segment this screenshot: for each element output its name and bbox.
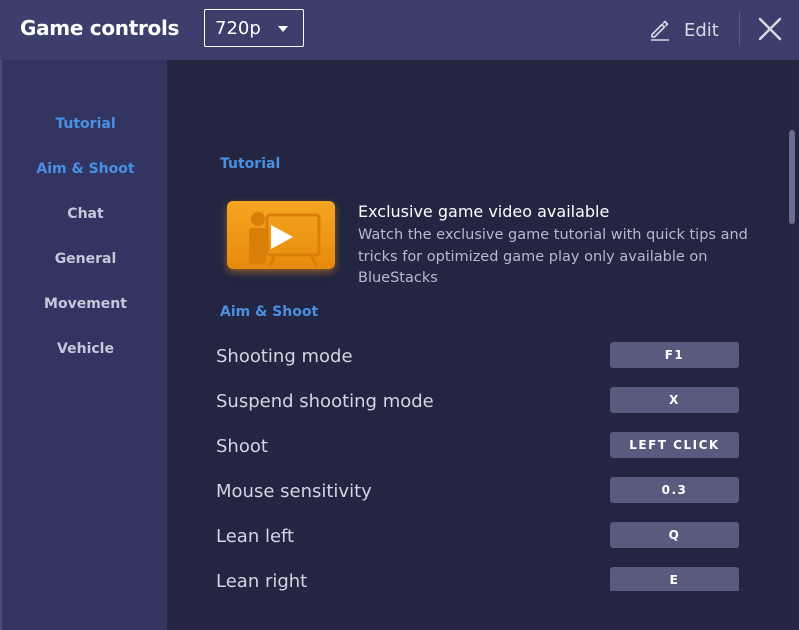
control-label-suspend-shooting-mode: Suspend shooting mode — [216, 391, 434, 412]
play-icon — [249, 212, 321, 268]
pencil-icon — [651, 20, 669, 41]
control-label-lean-left: Lean left — [216, 526, 295, 547]
edit-button[interactable]: Edit — [648, 16, 719, 44]
main-content: Tutorial Exclusive game video available … — [167, 60, 799, 630]
sidebar-item-movement[interactable]: Movement — [2, 296, 169, 312]
sidebar-item-general[interactable]: General — [2, 251, 169, 267]
window-title: Game controls — [20, 16, 180, 40]
control-label-shoot: Shoot — [216, 436, 268, 457]
section-title-tutorial: Tutorial — [220, 156, 281, 172]
key-button-shooting-mode[interactable]: F1 — [610, 342, 739, 368]
control-label-shooting-mode: Shooting mode — [216, 346, 353, 367]
key-button-mouse-sensitivity[interactable]: 0.3 — [610, 477, 739, 503]
key-button-shoot[interactable]: LEFT CLICK — [610, 432, 739, 458]
scroll-area[interactable]: Tutorial Exclusive game video available … — [167, 60, 799, 591]
chevron-down-icon — [278, 26, 288, 32]
resolution-dropdown[interactable]: 720p — [204, 9, 304, 47]
sidebar-item-tutorial[interactable]: Tutorial — [2, 116, 169, 132]
video-title: Exclusive game video available — [358, 202, 610, 221]
header-divider — [739, 12, 740, 45]
close-icon — [758, 17, 782, 41]
scrollbar-thumb[interactable] — [789, 130, 795, 224]
sidebar-item-vehicle[interactable]: Vehicle — [2, 341, 169, 357]
section-title-aim-shoot: Aim & Shoot — [220, 304, 319, 320]
sidebar-item-aim-shoot[interactable]: Aim & Shoot — [2, 161, 169, 177]
key-button-lean-left[interactable]: Q — [610, 522, 739, 548]
key-button-lean-right[interactable]: E — [610, 567, 739, 591]
sidebar: Tutorial Aim & Shoot Chat General Moveme… — [0, 60, 167, 630]
key-button-suspend-shooting-mode[interactable]: X — [610, 387, 739, 413]
control-label-mouse-sensitivity: Mouse sensitivity — [216, 481, 372, 502]
close-button[interactable] — [756, 15, 784, 43]
title-bar: Game controls 720p Edit — [0, 0, 799, 60]
control-label-lean-right: Lean right — [216, 571, 308, 591]
edit-label: Edit — [684, 19, 719, 41]
resolution-value: 720p — [215, 17, 261, 39]
sidebar-item-chat[interactable]: Chat — [2, 206, 169, 222]
video-thumbnail[interactable] — [227, 201, 335, 269]
video-description: Watch the exclusive game tutorial with q… — [358, 227, 748, 286]
